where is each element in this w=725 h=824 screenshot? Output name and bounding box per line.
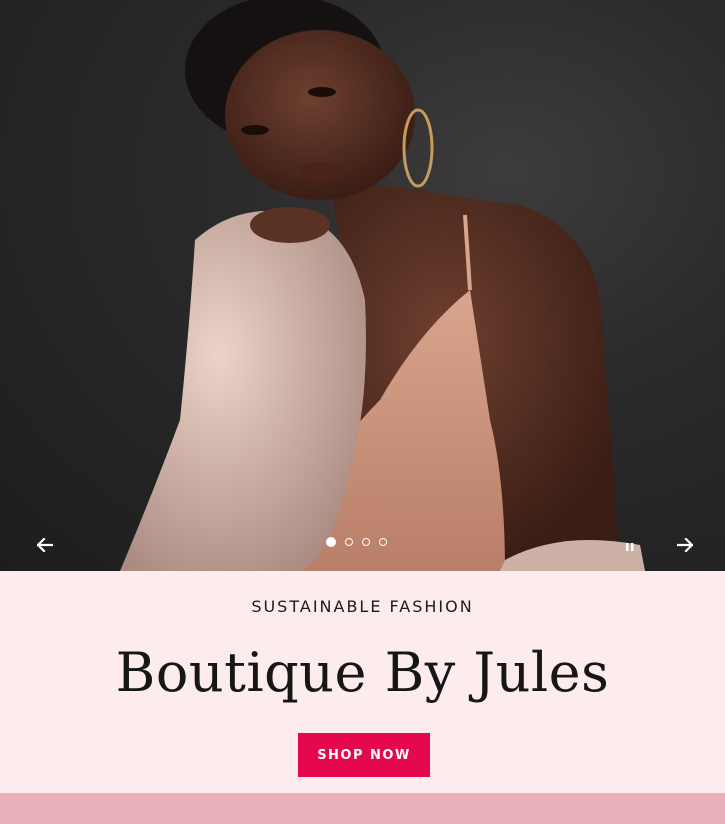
slide-dot-2[interactable] [345, 538, 353, 546]
banner-panel: SUSTAINABLE FASHION Boutique By Jules SH… [0, 571, 725, 793]
pause-slideshow-button[interactable] [616, 533, 644, 561]
hero-photo [120, 0, 645, 571]
arrow-right-icon [677, 538, 693, 552]
slide-dot-1[interactable] [326, 537, 336, 547]
slide-dot-4[interactable] [379, 538, 387, 546]
hero-slideshow [0, 0, 725, 571]
slide-dot-3[interactable] [362, 538, 370, 546]
shop-now-button[interactable]: SHOP NOW [298, 733, 430, 777]
page: SUSTAINABLE FASHION Boutique By Jules SH… [0, 0, 725, 824]
next-slide-button[interactable] [671, 531, 699, 559]
banner-title: Boutique By Jules [115, 641, 610, 704]
slide-indicators [326, 537, 387, 547]
arrow-left-icon [37, 538, 53, 552]
pause-icon [626, 543, 634, 551]
banner-eyebrow: SUSTAINABLE FASHION [251, 597, 474, 616]
previous-slide-button[interactable] [31, 531, 59, 559]
next-section-band [0, 793, 725, 824]
